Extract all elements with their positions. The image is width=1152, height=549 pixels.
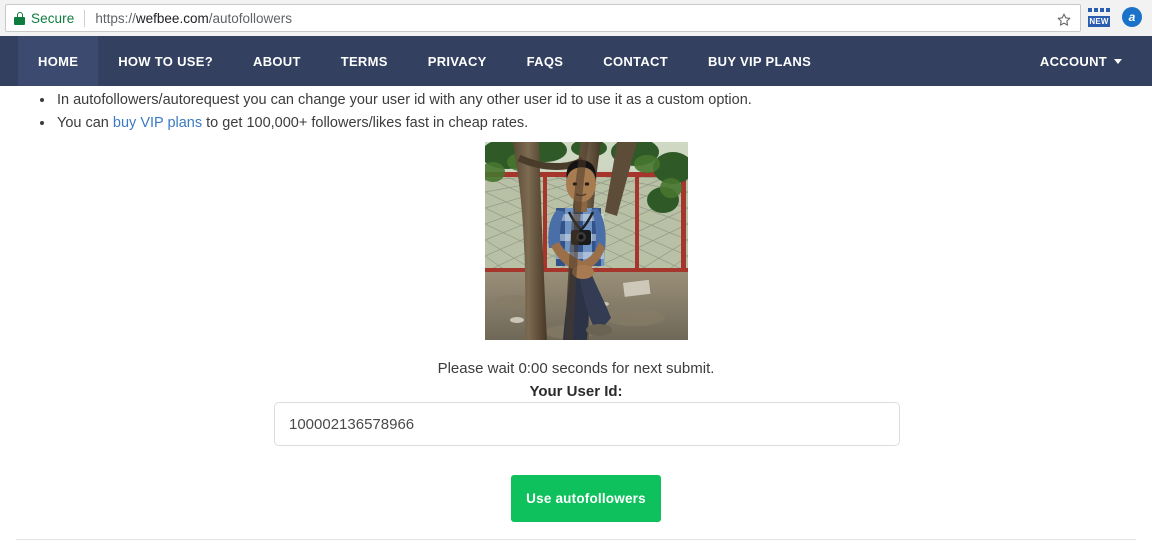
footer-divider [16, 539, 1136, 540]
page-content: In autofollowers/autorequest you can cha… [0, 86, 1152, 549]
new-badge-frame [1088, 8, 1110, 16]
user-id-label: Your User Id: [529, 383, 623, 400]
nav-item-buy-vip-plans[interactable]: BUY VIP PLANS [688, 36, 831, 86]
list-item-text: In autofollowers/autorequest you can cha… [57, 92, 752, 108]
account-label: ACCOUNT [1039, 53, 1107, 69]
nav-item-about[interactable]: ABOUT [233, 36, 321, 86]
new-badge-label: NEW [1088, 16, 1110, 27]
info-list: In autofollowers/autorequest you can cha… [40, 89, 752, 135]
use-autofollowers-button[interactable]: Use autofollowers [511, 475, 661, 522]
list-item: You can buy VIP plans to get 100,000+ fo… [40, 112, 752, 134]
url-text: https://wefbee.com/autofollowers [95, 11, 292, 26]
url-path: /autofollowers [208, 10, 292, 26]
nav-item-how-to-use[interactable]: HOW TO USE? [98, 36, 233, 86]
chevron-down-icon [1114, 58, 1122, 64]
buy-vip-plans-link[interactable]: buy VIP plans [113, 115, 202, 131]
list-item: In autofollowers/autorequest you can cha… [40, 89, 752, 111]
avatar[interactable]: a [1122, 7, 1142, 27]
wait-message: Please wait 0:00 seconds for next submit… [437, 360, 715, 377]
bookmark-star-icon[interactable] [1056, 12, 1072, 28]
list-item-text-after: to get 100,000+ followers/likes fast in … [202, 115, 529, 131]
user-id-input[interactable] [274, 402, 900, 446]
nav-item-privacy[interactable]: PRIVACY [408, 36, 507, 86]
site-navbar: HOME HOW TO USE? ABOUT TERMS PRIVACY FAQ… [0, 36, 1152, 86]
security-status-label: Secure [31, 10, 75, 26]
list-item-text-before: You can [57, 115, 113, 131]
browser-toolbar: Secure https://wefbee.com/autofollowers … [0, 0, 1152, 36]
profile-photo [485, 142, 688, 340]
url-scheme: https:// [95, 10, 136, 26]
nav-item-contact[interactable]: CONTACT [583, 36, 688, 86]
lock-icon [14, 11, 25, 25]
url-host: wefbee.com [135, 10, 209, 26]
nav-item-home[interactable]: HOME [18, 36, 99, 86]
nav-item-terms[interactable]: TERMS [321, 36, 408, 86]
address-bar[interactable]: Secure https://wefbee.com/autofollowers [5, 4, 1081, 32]
navbar-links: HOME HOW TO USE? ABOUT TERMS PRIVACY FAQ… [18, 36, 831, 86]
omnibox-divider [84, 9, 86, 27]
nav-item-faqs[interactable]: FAQS [507, 36, 584, 86]
new-extension-icon[interactable]: NEW [1088, 8, 1110, 28]
nav-item-account[interactable]: ACCOUNT [1040, 36, 1122, 86]
